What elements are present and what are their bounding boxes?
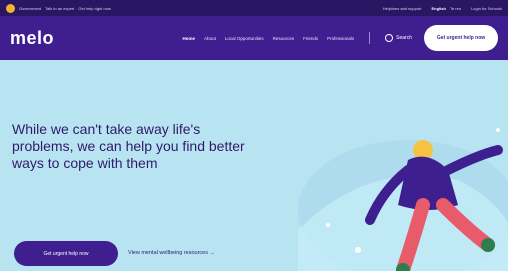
language-switch: English Te reo xyxy=(432,6,462,11)
nav-links: Home About Local Opportunities Resources… xyxy=(183,32,412,44)
top-utility-bar: Government Talk to an expert Get help ri… xyxy=(0,0,508,16)
logo-text: melo xyxy=(10,27,55,48)
hero-section: While we can't take away life's problems… xyxy=(0,60,508,271)
nav-link-professionals[interactable]: Professionals xyxy=(327,36,354,41)
urgent-help-label: Get urgent help now xyxy=(436,35,486,41)
nav-link-home[interactable]: Home xyxy=(183,36,196,41)
helplines-link[interactable]: Helplines and support xyxy=(383,6,422,11)
search-icon xyxy=(385,34,394,42)
lang-te-reo[interactable]: Te reo xyxy=(450,6,461,11)
nav-link-friends[interactable]: Friends xyxy=(303,36,318,41)
government-badge-icon xyxy=(6,3,15,13)
utility-text-2[interactable]: Talk to an expert xyxy=(45,6,74,11)
utility-right: Helplines and support English Te reo Log… xyxy=(383,6,502,11)
mental-wellbeing-resources-link[interactable]: View mental wellbeing resources → xyxy=(128,250,215,256)
search-label: Search xyxy=(396,35,412,41)
snow-angel-illustration xyxy=(298,128,508,271)
main-nav: melo Home About Local Opportunities Reso… xyxy=(0,16,508,60)
utility-left: Government Talk to an expert Get help ri… xyxy=(6,3,111,13)
nav-link-local-opportunities[interactable]: Local Opportunities xyxy=(225,36,264,41)
login-link[interactable]: Login for Schools xyxy=(471,6,502,11)
lang-english[interactable]: English xyxy=(432,6,446,11)
nav-link-resources[interactable]: Resources xyxy=(273,36,295,41)
search-button[interactable]: Search xyxy=(385,34,412,42)
melo-logo[interactable]: melo xyxy=(10,28,54,49)
urgent-help-label-hero: Get urgent help now xyxy=(43,250,89,257)
hero-heading: While we can't take away life's problems… xyxy=(12,121,245,171)
urgent-help-button-top[interactable]: Get urgent help now xyxy=(424,25,498,51)
utility-text-1[interactable]: Government xyxy=(19,6,41,11)
nav-divider xyxy=(369,32,371,44)
urgent-help-button[interactable]: Get urgent help now xyxy=(14,241,118,266)
nav-link-about[interactable]: About xyxy=(204,36,216,41)
utility-text-3[interactable]: Get help right now xyxy=(78,6,110,11)
